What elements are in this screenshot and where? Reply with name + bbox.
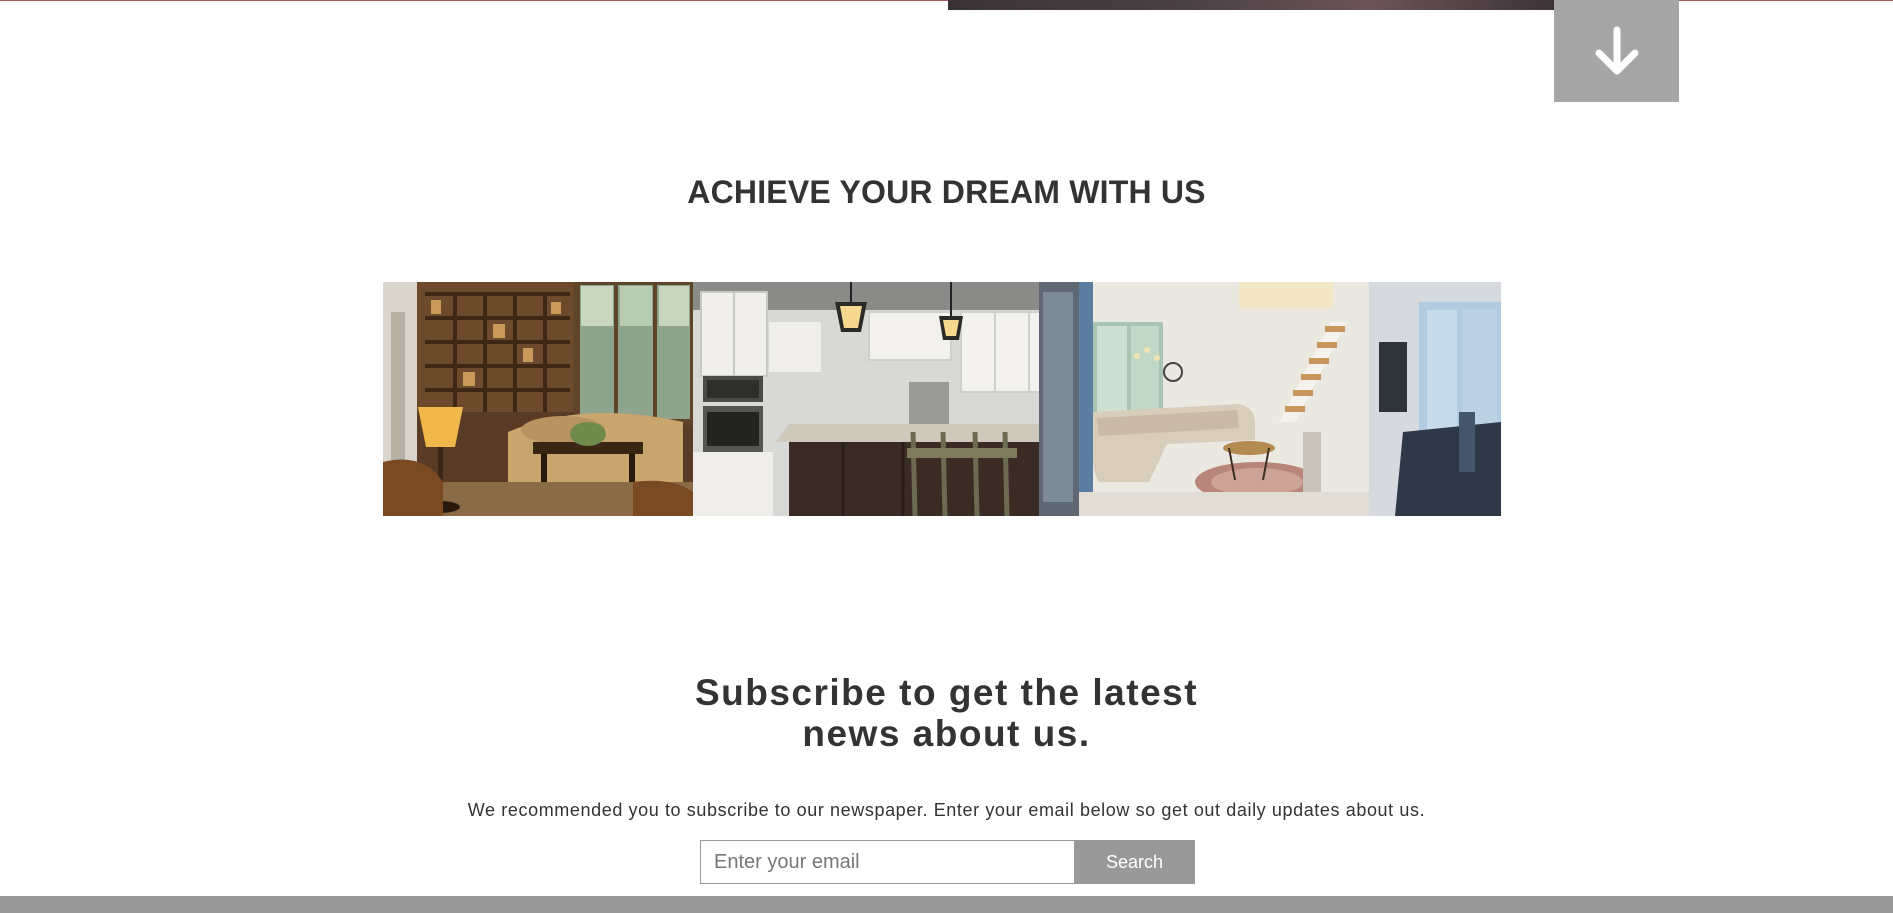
subscribe-description: We recommended you to subscribe to our n… (467, 800, 1426, 820)
subscribe-title: Subscribe to get the latest news about u… (0, 672, 1893, 754)
hero-image-edge (948, 0, 1554, 10)
footer-strip (0, 896, 1893, 913)
living-room-photo (383, 282, 693, 516)
subscribe-title-line1: Subscribe to get the latest (694, 672, 1199, 713)
subscribe-title-line2: news about us. (802, 713, 1091, 754)
kitchen-photo (693, 282, 1079, 516)
modern-lounge-photo (1079, 282, 1501, 516)
email-input[interactable] (700, 840, 1075, 884)
dream-section-title: ACHIEVE YOUR DREAM WITH US (687, 174, 1206, 210)
arrow-down-icon (1554, 26, 1679, 76)
subscribe-form: Search (700, 840, 1195, 884)
search-button[interactable]: Search (1075, 840, 1195, 884)
scroll-down-button[interactable] (1554, 0, 1679, 102)
interior-gallery (383, 282, 1501, 516)
